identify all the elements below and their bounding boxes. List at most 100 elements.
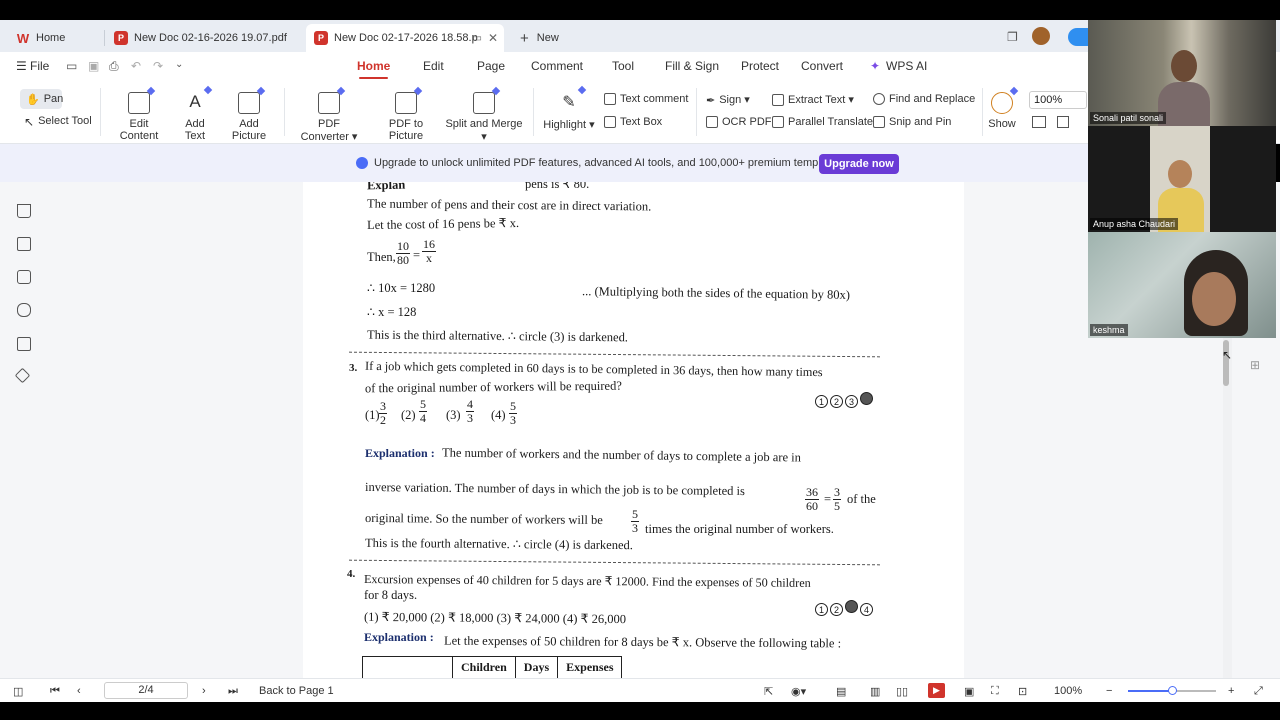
doc-text: times the original number of workers.: [645, 522, 834, 536]
answer-circles: 12 4: [813, 600, 873, 617]
menu-fill-sign[interactable]: Fill & Sign: [665, 59, 719, 73]
video-tile-1[interactable]: Sonali patil sonali: [1088, 20, 1276, 126]
continuous-icon[interactable]: ▥: [870, 685, 880, 698]
select-tool-label: Select Tool: [38, 115, 92, 127]
close-tab-icon[interactable]: ✕: [488, 31, 498, 45]
menu-convert[interactable]: Convert: [801, 59, 843, 73]
video-tile-2[interactable]: Anup asha Chaudari: [1088, 126, 1276, 232]
snip-pin-button[interactable]: Snip and Pin: [873, 116, 951, 128]
extract-text-button[interactable]: Extract Text ▾: [772, 93, 854, 106]
pdf-converter-button[interactable]: PDF Converter ▾: [293, 92, 365, 143]
two-page-icon[interactable]: ▯▯: [896, 685, 908, 698]
zoom-in-icon[interactable]: +: [1228, 685, 1234, 697]
open-folder-icon[interactable]: ▭: [66, 59, 77, 73]
add-picture-button[interactable]: Add Picture: [222, 92, 276, 142]
tab-new[interactable]: + New: [512, 24, 572, 52]
menu-tool[interactable]: Tool: [612, 59, 634, 73]
denominator: 4: [420, 411, 426, 425]
video-tile-3[interactable]: keshma: [1088, 232, 1276, 338]
answer-circles: 123: [813, 392, 873, 409]
numerator: 3: [833, 485, 841, 500]
zoom-out-icon[interactable]: −: [1106, 685, 1112, 697]
text-comment-button[interactable]: Text comment: [604, 93, 688, 105]
bookmark-icon[interactable]: [17, 204, 31, 218]
print-icon[interactable]: ⎙: [109, 59, 119, 74]
zoom-slider-handle[interactable]: [1168, 686, 1177, 695]
export-icon[interactable]: ⇱: [764, 685, 773, 698]
menu-file[interactable]: File: [30, 59, 49, 73]
menu-protect[interactable]: Protect: [741, 59, 779, 73]
fraction: 16 x: [422, 238, 436, 265]
undo-icon[interactable]: ↶: [131, 59, 141, 73]
tab-doc-2[interactable]: P New Doc 02-17-2026 18.58.p ▭ ✕: [306, 24, 504, 52]
first-page-icon[interactable]: ⏮: [50, 685, 60, 698]
play-slideshow-icon[interactable]: ▶: [928, 683, 945, 698]
fit-page-icon[interactable]: [1032, 116, 1046, 128]
next-page-icon[interactable]: ›: [202, 685, 206, 697]
expand-icon[interactable]: ⤢: [1254, 685, 1263, 698]
edit-content-button[interactable]: Edit Content: [110, 92, 168, 142]
menu-page[interactable]: Page: [477, 59, 505, 73]
hamburger-icon[interactable]: ☰: [16, 59, 27, 73]
save-icon[interactable]: ▣: [88, 59, 99, 73]
select-tool-button[interactable]: ↖ Select Tool: [24, 115, 92, 129]
highlighter-icon: ✎: [558, 92, 580, 114]
snip-pin-label: Snip and Pin: [889, 116, 952, 128]
eye-icon[interactable]: ◉▾: [791, 685, 806, 698]
window-icon[interactable]: ▭: [473, 33, 482, 44]
parallel-translate-button[interactable]: Parallel Translate: [772, 116, 873, 128]
thumbnail-icon[interactable]: [17, 237, 31, 251]
text-comment-icon: [604, 93, 616, 105]
comment-icon[interactable]: [17, 270, 31, 284]
redo-icon[interactable]: ↷: [153, 59, 163, 73]
table-row: Children Days Expenses: [362, 656, 623, 678]
sidebar-toggle-icon[interactable]: ◫: [13, 685, 23, 698]
menu-edit[interactable]: Edit: [423, 59, 444, 73]
last-page-icon[interactable]: ⏭: [228, 685, 238, 698]
tab-home[interactable]: W Home: [8, 24, 100, 52]
numerator: 4: [466, 397, 474, 412]
show-button[interactable]: Show: [988, 92, 1016, 130]
fullscreen-icon[interactable]: ⛶: [991, 685, 999, 698]
doc-text: Explan: [366, 182, 406, 193]
pdf-converter-label: PDF Converter: [300, 118, 349, 143]
back-to-page-link[interactable]: Back to Page 1: [259, 685, 334, 697]
reading-mode-icon[interactable]: ▣: [964, 685, 974, 698]
pan-button[interactable]: ✋ Pan: [20, 89, 63, 109]
add-text-button[interactable]: A Add Text: [174, 92, 216, 142]
highlight-button[interactable]: ✎ Highlight ▾: [543, 92, 595, 131]
text-box-button[interactable]: Text Box: [604, 116, 662, 128]
find-replace-button[interactable]: Find and Replace: [873, 93, 975, 105]
page-number-field[interactable]: 2/4: [104, 682, 188, 699]
single-page-icon[interactable]: ▤: [836, 685, 846, 698]
doc-text: (4): [491, 408, 506, 422]
menu-comment[interactable]: Comment: [531, 59, 583, 73]
layers-icon[interactable]: [14, 367, 31, 384]
upgrade-now-button[interactable]: Upgrade now: [819, 154, 899, 174]
prev-page-icon[interactable]: ‹: [77, 685, 81, 697]
pdf-to-picture-button[interactable]: PDF to Picture: [373, 92, 439, 142]
fit-icon[interactable]: ⊡: [1018, 685, 1027, 698]
sign-button[interactable]: ✒ Sign ▾: [706, 93, 750, 107]
pen-icon: ✒: [706, 94, 716, 107]
menu-wps-ai[interactable]: WPS AI: [886, 59, 927, 73]
restore-icon[interactable]: ❐: [1007, 30, 1018, 44]
doc-text: of the: [847, 492, 876, 506]
fraction: 43: [466, 398, 474, 425]
menu-home[interactable]: Home: [357, 59, 390, 79]
split-merge-button[interactable]: Split and Merge ▾: [444, 92, 524, 143]
ocr-icon: [706, 116, 718, 128]
tab-label: New: [536, 32, 559, 44]
zoom-value[interactable]: 100%: [1054, 685, 1082, 697]
signature-icon[interactable]: [17, 337, 31, 351]
user-avatar[interactable]: [1032, 27, 1050, 45]
scrollbar-thumb[interactable]: [1223, 340, 1229, 386]
zoom-field[interactable]: 100%: [1029, 91, 1087, 109]
attachment-icon[interactable]: [17, 303, 31, 317]
fit-width-icon[interactable]: [1057, 116, 1069, 128]
chevron-down-icon[interactable]: ⌄: [175, 59, 183, 70]
split-merge-icon: [473, 92, 495, 114]
ocr-pdf-button[interactable]: OCR PDF: [706, 116, 772, 128]
tab-doc-1[interactable]: P New Doc 02-16-2026 19.07.pdf: [106, 24, 302, 52]
grid-icon[interactable]: ⊞: [1250, 358, 1260, 372]
